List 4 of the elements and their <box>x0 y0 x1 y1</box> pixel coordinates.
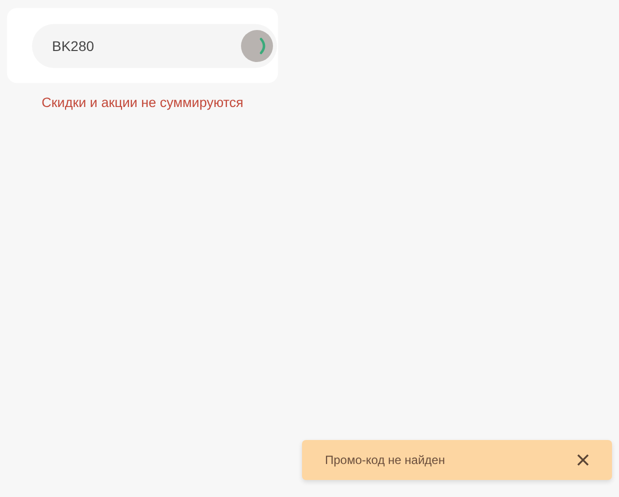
promo-code-field[interactable]: BK280 <box>32 24 277 68</box>
toast-message: Промо-код не найден <box>325 453 445 467</box>
close-icon[interactable] <box>577 454 589 466</box>
promo-note: Скидки и акции не суммируются <box>42 95 244 110</box>
